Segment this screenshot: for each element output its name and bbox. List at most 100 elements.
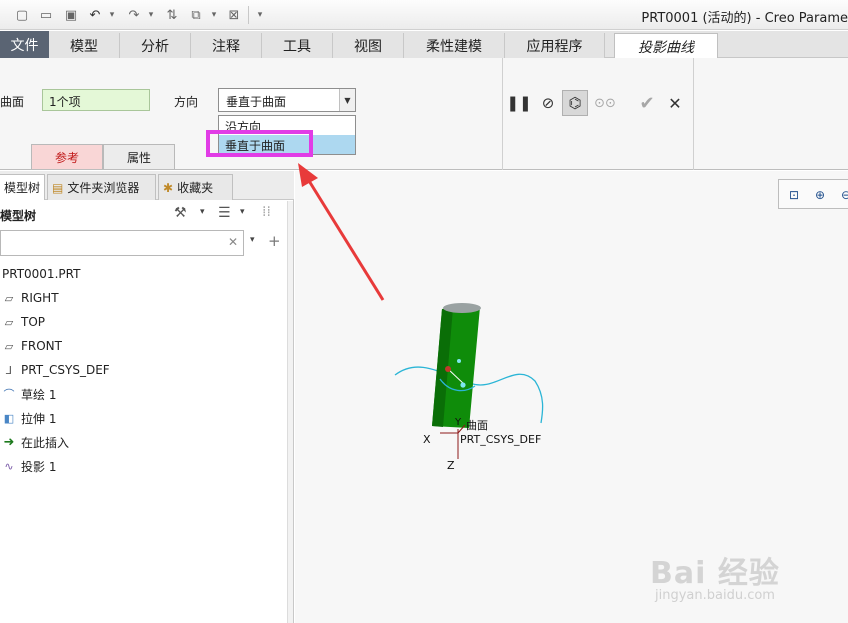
direction-select-value: 垂直于曲面: [226, 95, 287, 109]
extrude-icon: ◧: [3, 411, 15, 425]
datum-plane-icon: ▱: [4, 339, 14, 353]
datum-plane-icon: ▱: [4, 291, 14, 305]
settings-list-icon[interactable]: ☰: [218, 205, 231, 221]
favorites-tab-label: 收藏夹: [177, 181, 214, 195]
windows-icon[interactable]: ⧉: [188, 7, 204, 23]
subtab-references[interactable]: 参考: [31, 144, 103, 169]
tree-item-label: 草绘 1: [21, 387, 57, 402]
tab-favorites[interactable]: ✱ 收藏夹: [158, 174, 233, 200]
no-preview-icon[interactable]: ⊘: [535, 90, 561, 116]
customize-icon[interactable]: ▾: [252, 7, 268, 23]
surface-label-3d: 曲面: [466, 419, 488, 432]
watermark-url: jingyan.baidu.com: [655, 588, 775, 603]
tree-item-front[interactable]: ▱ FRONT: [0, 336, 62, 356]
chevron-down-icon[interactable]: ▼: [339, 89, 355, 111]
tree-item-label: 投影 1: [21, 459, 57, 474]
ribbon-separator: [693, 58, 694, 170]
tab-applications[interactable]: 应用程序: [505, 33, 605, 58]
folder-browser-tab-label: 文件夹浏览器: [67, 181, 140, 195]
drag-handle-point[interactable]: [457, 359, 461, 363]
tab-file[interactable]: 文件: [0, 31, 49, 58]
csys-x-label: X: [423, 433, 431, 446]
title-bar: ▢ ▭ ▣ ↶ ▾ ↷ ▾ ⇅ ⧉ ▾ ⊠ ▾ PRT0001 (活动的) - …: [0, 0, 848, 30]
tab-model-tree[interactable]: 模型树: [0, 174, 45, 200]
model-tree-tab-label: 模型树: [4, 181, 41, 195]
subtab-properties[interactable]: 属性: [103, 144, 175, 169]
clear-search-icon[interactable]: ✕: [228, 235, 238, 249]
folder-icon: ▤: [52, 180, 64, 195]
redo-dropdown-icon[interactable]: ▾: [143, 7, 159, 23]
datum-plane-icon: ▱: [4, 315, 14, 329]
ribbon-separator: [502, 58, 503, 170]
tree-item-label: TOP: [21, 315, 46, 329]
direction-select[interactable]: 垂直于曲面 ▼: [218, 88, 356, 112]
tab-view[interactable]: 视图: [333, 33, 404, 58]
undo-icon[interactable]: ↶: [87, 7, 103, 23]
tools-dropdown-icon[interactable]: ▾: [200, 207, 205, 217]
tree-item-right[interactable]: ▱ RIGHT: [0, 288, 59, 308]
save-icon[interactable]: ▣: [63, 7, 79, 23]
drag-handle-point[interactable]: [460, 382, 466, 388]
drag-handle-point[interactable]: [445, 366, 451, 372]
tree-item-sketch[interactable]: ⌒ 草绘 1: [0, 384, 57, 404]
cancel-icon[interactable]: ✕: [662, 90, 688, 116]
pause-icon[interactable]: ❚❚: [506, 90, 532, 116]
tree-search-input[interactable]: ✕: [0, 230, 244, 256]
regenerate-icon[interactable]: ⇅: [164, 7, 180, 23]
tab-analysis[interactable]: 分析: [120, 33, 191, 58]
add-filter-icon[interactable]: +: [268, 232, 281, 250]
verify-icon[interactable]: ⌬: [562, 90, 588, 116]
close-window-icon[interactable]: ⊠: [226, 7, 242, 23]
csys-y-label: Y: [455, 417, 462, 428]
tree-item-part[interactable]: PRT0001.PRT: [2, 264, 80, 284]
projection-icon: ∿: [4, 459, 14, 473]
panel-scrollbar[interactable]: [287, 201, 293, 623]
tab-tools[interactable]: 工具: [262, 33, 333, 58]
navigator-tabs: 模型树 ▤ 文件夹浏览器 ✱ 收藏夹: [0, 171, 294, 200]
tab-flexible-modeling[interactable]: 柔性建模: [404, 33, 505, 58]
favorites-icon: ✱: [163, 180, 174, 195]
sketch-icon: ⌒: [3, 388, 15, 401]
tab-folder-browser[interactable]: ▤ 文件夹浏览器: [47, 174, 156, 200]
new-icon[interactable]: ▢: [14, 7, 30, 23]
highlight-annotation-box: [206, 130, 313, 157]
tab-annotate[interactable]: 注释: [191, 33, 262, 58]
settings-dropdown-icon[interactable]: ▾: [240, 207, 245, 217]
cylinder-top-face: [443, 303, 481, 313]
tab-projected-curve[interactable]: 投影曲线: [614, 33, 718, 59]
tree-item-projection[interactable]: ∿ 投影 1: [0, 456, 56, 476]
tree-item-csys[interactable]: ⅃ PRT_CSYS_DEF: [0, 360, 110, 380]
ribbon-panel: 曲面 1个项 方向 垂直于曲面 ▼ 参考 属性 ❚❚ ⊘ ⌬ ⊙⊙ ✔ ✕: [0, 58, 848, 170]
glasses-icon[interactable]: ⊙⊙: [592, 90, 618, 116]
undo-dropdown-icon[interactable]: ▾: [104, 7, 120, 23]
tab-model[interactable]: 模型: [49, 33, 120, 58]
tree-item-label: 在此插入: [21, 435, 70, 450]
csys-name-label: PRT_CSYS_DEF: [460, 433, 542, 446]
redo-icon[interactable]: ↷: [126, 7, 142, 23]
tree-item-label: PRT_CSYS_DEF: [21, 363, 110, 377]
open-icon[interactable]: ▭: [38, 7, 54, 23]
watermark-logo: Bai 经验: [650, 556, 780, 591]
tree-item-label: PRT0001.PRT: [2, 267, 81, 281]
confirm-icon[interactable]: ✔: [634, 90, 660, 116]
insert-arrow-icon: ➜: [3, 434, 15, 450]
csys-z-label: Z: [447, 459, 455, 472]
window-title: PRT0001 (活动的) - Creo Parame: [641, 11, 848, 26]
csys-icon: ⅃: [5, 363, 13, 377]
search-dropdown-icon[interactable]: ▾: [250, 235, 255, 245]
tree-item-label: 拉伸 1: [21, 411, 57, 426]
model-tree-header: 模型树 ⚒ ▾ ☰ ▾ ⁞⁞: [0, 201, 294, 229]
toolbar-separator: [248, 6, 249, 24]
tree-item-label: RIGHT: [21, 291, 59, 305]
tree-item-top[interactable]: ▱ TOP: [0, 312, 45, 332]
tree-item-label: FRONT: [21, 339, 62, 353]
tree-item-extrude[interactable]: ◧ 拉伸 1: [0, 408, 57, 428]
windows-dropdown-icon[interactable]: ▾: [206, 7, 222, 23]
model-tree-title: 模型树: [0, 209, 37, 223]
tree-item-insert-here[interactable]: ➜ 在此插入: [0, 432, 69, 452]
tools-icon[interactable]: ⚒: [174, 205, 187, 221]
surface-collector-field[interactable]: 1个项: [42, 89, 150, 111]
ribbon-tab-bar: 文件 模型 分析 注释 工具 视图 柔性建模 应用程序 投影曲线: [0, 31, 848, 59]
navigator-panel: 模型树 ▤ 文件夹浏览器 ✱ 收藏夹 模型树 ⚒ ▾ ☰ ▾ ⁞⁞ ✕ ▾ + …: [0, 171, 294, 623]
show-features-icon[interactable]: ⁞⁞: [262, 204, 271, 220]
